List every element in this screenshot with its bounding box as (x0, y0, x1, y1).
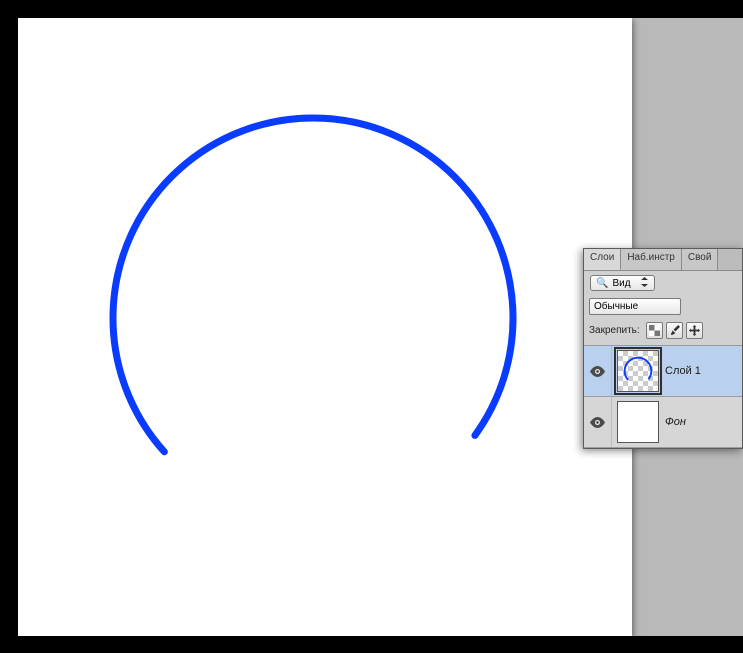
move-icon (689, 325, 700, 336)
document-canvas[interactable] (18, 18, 632, 636)
chevron-updown-icon (641, 277, 648, 289)
search-icon: 🔍 (596, 278, 608, 289)
tab-tool-presets[interactable]: Наб.инстр (621, 249, 682, 270)
visibility-toggle[interactable] (584, 397, 612, 447)
lock-pixels-button[interactable] (666, 322, 683, 339)
lock-row: Закрепить: (584, 320, 742, 346)
blend-mode-select[interactable]: Обычные (589, 298, 681, 315)
blend-mode-row: Обычные (584, 295, 742, 320)
visibility-toggle[interactable] (584, 346, 612, 396)
blend-mode-value: Обычные (594, 301, 638, 312)
lock-icons-group (646, 322, 703, 339)
arc-shape (18, 18, 632, 636)
layer-filter-row: 🔍 Вид (584, 271, 742, 295)
layers-panel: Слои Наб.инстр Свой 🔍 Вид Обычные Закреп… (583, 248, 743, 449)
brush-icon (669, 325, 680, 336)
tab-properties[interactable]: Свой (682, 249, 719, 270)
lock-transparency-button[interactable] (646, 322, 663, 339)
eye-icon (590, 417, 605, 428)
filter-kind-select[interactable]: 🔍 Вид (590, 275, 655, 291)
layer-thumbnail[interactable] (617, 350, 659, 392)
lock-position-button[interactable] (686, 322, 703, 339)
layer-thumbnail[interactable] (617, 401, 659, 443)
eye-icon (590, 366, 605, 377)
layer-row[interactable]: Слой 1 (584, 346, 742, 397)
lock-label: Закрепить: (589, 325, 640, 336)
filter-kind-label: Вид (612, 278, 630, 289)
layer-name-label[interactable]: Фон (665, 416, 686, 428)
lock-transparency-icon (649, 325, 660, 336)
thumbnail-arc (618, 351, 658, 391)
layer-row[interactable]: Фон (584, 397, 742, 448)
panel-tabs: Слои Наб.инстр Свой (584, 249, 742, 271)
tab-layers[interactable]: Слои (584, 249, 621, 270)
layer-name-label[interactable]: Слой 1 (665, 365, 701, 377)
